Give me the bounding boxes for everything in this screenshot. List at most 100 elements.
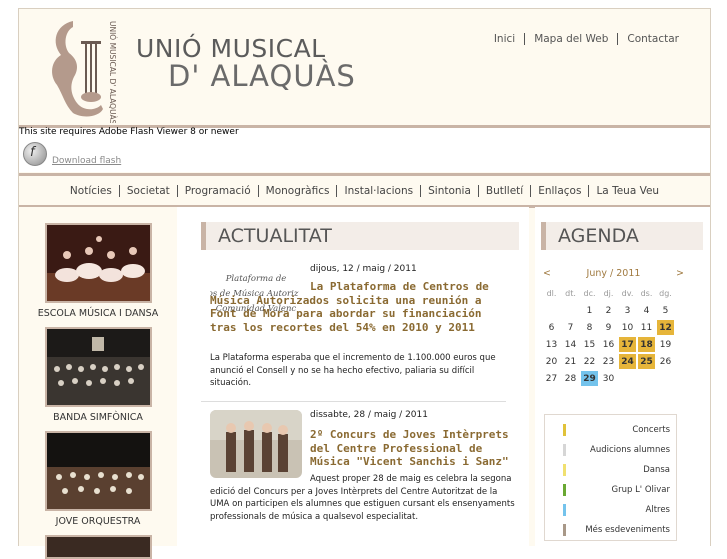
- calendar-day[interactable]: 10: [619, 320, 636, 335]
- section-banda-photo[interactable]: [44, 327, 152, 407]
- lyre-logo-icon[interactable]: UNIÓ MUSICAL D' ALAQUÀS: [43, 13, 123, 123]
- calendar-day[interactable]: 22: [581, 354, 598, 369]
- news-2-body: Aquest proper 28 de maig es celebra la s…: [210, 474, 515, 522]
- calendar-day-event[interactable]: 17: [619, 337, 636, 352]
- flash-logo-icon[interactable]: f: [23, 142, 47, 166]
- section-banda-label[interactable]: BANDA SIMFÒNICA: [19, 412, 177, 423]
- section-jove-label[interactable]: JOVE ORQUESTRA: [19, 516, 177, 527]
- calendar-day[interactable]: 15: [581, 337, 598, 352]
- section-jove[interactable]: JOVE ORQUESTRA: [19, 431, 177, 527]
- legend-color-bar: [563, 444, 566, 456]
- calendar-day-event[interactable]: 29: [581, 371, 598, 386]
- calendar-day[interactable]: 28: [562, 371, 579, 386]
- nav-enllacos[interactable]: Enllaços: [530, 184, 588, 197]
- section-escola-photo[interactable]: [44, 223, 152, 303]
- section-jove-photo[interactable]: [44, 431, 152, 511]
- logo-vertical-text: UNIÓ MUSICAL D' ALAQUÀS: [108, 21, 117, 123]
- calendar-day[interactable]: 3: [619, 303, 636, 318]
- calendar-day-event[interactable]: 12: [657, 320, 674, 335]
- nav-la-teua-veu[interactable]: La Teua Veu: [588, 184, 666, 197]
- news-2-date: dissabte, 28 / maig / 2011: [310, 410, 428, 420]
- legend-item-grup-olivar[interactable]: Grup L' Olivar: [545, 480, 676, 500]
- calendar-day[interactable]: 23: [600, 354, 617, 369]
- topnav-contactar[interactable]: Contactar: [617, 33, 688, 45]
- news-1-title[interactable]: La Plataforma de Centros de Música Autor…: [210, 280, 510, 334]
- legend-item-audicions[interactable]: Audicions alumnes: [545, 440, 676, 460]
- news-1-date: dijous, 12 / maig / 2011: [310, 264, 417, 274]
- calendar-day[interactable]: 2: [600, 303, 617, 318]
- legend-color-bar: [563, 524, 566, 536]
- calendar-day[interactable]: 1: [581, 303, 598, 318]
- flash-notice: This site requires Adobe Flash Viewer 8 …: [19, 127, 239, 137]
- calendar-month: Juny / 2011: [586, 268, 641, 279]
- legend-item-mes[interactable]: Més esdeveniments: [545, 520, 676, 540]
- calendar-day: [543, 303, 560, 318]
- calendar-day[interactable]: 4: [638, 303, 655, 318]
- calendar-day[interactable]: 16: [600, 337, 617, 352]
- section-escola-label[interactable]: ESCOLA MÚSICA I DANSA: [19, 308, 177, 319]
- calendar-day: [619, 371, 636, 386]
- calendar-day[interactable]: 26: [657, 354, 674, 369]
- calendar-day[interactable]: 11: [638, 320, 655, 335]
- calendar-day[interactable]: 7: [562, 320, 579, 335]
- section-escola[interactable]: ESCOLA MÚSICA I DANSA: [19, 223, 177, 319]
- calendar-day[interactable]: 21: [562, 354, 579, 369]
- calendar-day[interactable]: 8: [581, 320, 598, 335]
- calendar-day: [657, 371, 674, 386]
- calendar-day[interactable]: 9: [600, 320, 617, 335]
- calendar-day[interactable]: 19: [657, 337, 674, 352]
- calendar-day-event[interactable]: 25: [638, 354, 655, 369]
- nav-sintonia[interactable]: Sintonia: [420, 184, 478, 197]
- calendar-grid: dl. dt. dc. dj. dv. ds. dg. 1 2 3 4 5 6 …: [541, 284, 676, 388]
- nav-programacio[interactable]: Programació: [176, 184, 258, 197]
- section-banda[interactable]: BANDA SIMFÒNICA: [19, 327, 177, 423]
- legend-label: Més esdeveniments: [585, 525, 670, 535]
- section-more[interactable]: [19, 535, 177, 559]
- nav-noticies[interactable]: Notícies: [63, 185, 119, 197]
- calendar-day: [638, 371, 655, 386]
- news-heading: ACTUALITAT: [201, 222, 519, 250]
- calendar-day[interactable]: 5: [657, 303, 674, 318]
- nav-societat[interactable]: Societat: [118, 184, 177, 197]
- calendar-day[interactable]: 14: [562, 337, 579, 352]
- dow-dg: dg.: [659, 289, 672, 298]
- legend-item-dansa[interactable]: Dansa: [545, 460, 676, 480]
- section-more-photo[interactable]: [44, 535, 152, 559]
- calendar-prev-button[interactable]: <: [543, 268, 551, 279]
- legend-item-concerts[interactable]: Concerts: [545, 420, 676, 440]
- legend-color-bar: [563, 464, 566, 476]
- main-navigation: Notícies Societat Programació Monogràfic…: [19, 173, 710, 208]
- news-2-photo[interactable]: [210, 410, 302, 478]
- site-header: UNIÓ MUSICAL D' ALAQUÀS UNIÓ MUSICAL D' …: [19, 9, 710, 128]
- legend-label: Concerts: [632, 425, 670, 435]
- nav-butlleti[interactable]: Butlletí: [477, 184, 530, 197]
- dow-dl: dl.: [546, 289, 557, 298]
- calendar-day[interactable]: 13: [543, 337, 560, 352]
- calendar-day-event[interactable]: 18: [638, 337, 655, 352]
- calendar-day-event[interactable]: 24: [619, 354, 636, 369]
- legend-item-altres[interactable]: Altres: [545, 500, 676, 520]
- calendar-header: < Juny / 2011 >: [541, 268, 686, 284]
- site-title-line2: D' ALAQUÀS: [168, 59, 356, 93]
- calendar-next-button[interactable]: >: [676, 268, 684, 279]
- agenda-legend: Concerts Audicions alumnes Dansa Grup L'…: [544, 414, 677, 541]
- calendar-day[interactable]: 27: [543, 371, 560, 386]
- topnav-inici[interactable]: Inici: [485, 33, 524, 45]
- agenda-calendar: < Juny / 2011 > dl. dt. dc. dj. dv. ds. …: [541, 268, 686, 388]
- topnav-mapa-web[interactable]: Mapa del Web: [524, 33, 617, 45]
- top-navigation: Inici Mapa del Web Contactar: [485, 33, 688, 45]
- news-2-title[interactable]: 2º Concurs de Joves Intèrprets del Centr…: [310, 428, 515, 469]
- calendar-day[interactable]: 20: [543, 354, 560, 369]
- dow-dv: dv.: [621, 289, 634, 298]
- legend-color-bar: [563, 424, 566, 436]
- download-flash-link[interactable]: Download flash: [52, 156, 121, 166]
- calendar-day[interactable]: 30: [600, 371, 617, 386]
- legend-label: Dansa: [643, 465, 670, 475]
- nav-installacions[interactable]: Instal·lacions: [336, 184, 420, 197]
- legend-label: Grup L' Olivar: [611, 485, 671, 495]
- calendar-day[interactable]: 6: [543, 320, 560, 335]
- nav-monografics[interactable]: Monogràfics: [257, 184, 337, 197]
- dow-dt: dt.: [565, 289, 576, 298]
- legend-label: Audicions alumnes: [590, 445, 670, 455]
- agenda-heading: AGENDA: [541, 222, 703, 250]
